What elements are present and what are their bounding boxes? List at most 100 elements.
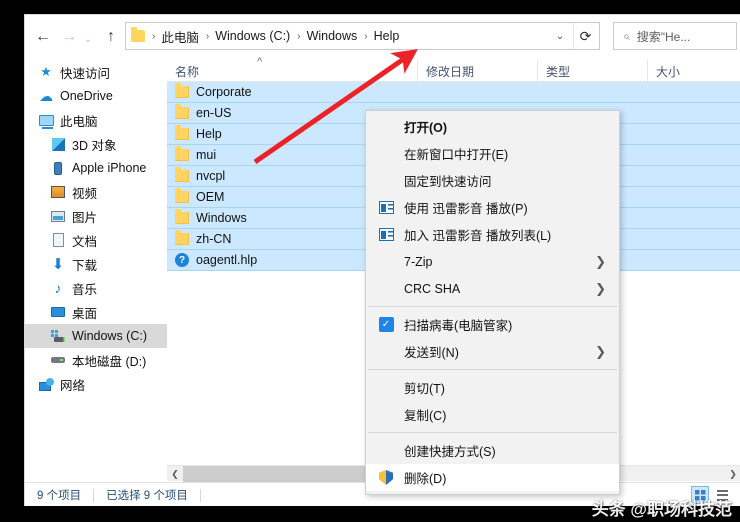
sidebar-item-5[interactable]: 视频 [25,180,167,204]
sidebar-item-label: Apple iPhone [72,161,147,175]
documents-icon [49,232,67,248]
videos-icon [49,184,67,200]
sidebar-item-2[interactable]: 此电脑 [25,108,167,132]
folder-icon [175,83,189,98]
context-menu-item-label: 发送到(N) [404,346,459,360]
context-menu-item[interactable]: 打开(O) [366,113,619,140]
context-menu-item-label: 在新窗口中打开(E) [404,148,509,162]
context-menu-item-label: 复制(C) [404,409,447,423]
sidebar-item-label: Windows (C:) [72,329,148,343]
column-header-size[interactable]: 大小 [647,60,740,82]
breadcrumb-separator: › [205,30,210,42]
column-header-date[interactable]: 修改日期 [417,60,537,82]
context-menu-item[interactable]: 剪切(T) [366,374,619,401]
chevron-down-icon[interactable]: ⌄ [549,23,571,49]
chevron-right-icon: ❯ [595,253,606,269]
search-icon: ⌕ [623,28,630,43]
breadcrumb-separator: › [297,30,301,42]
back-button[interactable]: ← [31,25,55,49]
sidebar-item-8[interactable]: ⬇ 下载 [25,252,167,276]
context-menu-item-label: 扫描病毒(电脑管家) [404,319,513,333]
breadcrumb-item-2[interactable]: Windows [305,29,360,43]
this-pc-icon [37,112,55,129]
shield-icon [378,470,394,486]
sidebar-item-label: 音乐 [72,282,98,297]
sidebar-item-label: 快速访问 [60,66,111,81]
chevron-right-icon: ❯ [595,280,606,296]
sidebar-item-1[interactable]: ☁ OneDrive [25,84,167,108]
sidebar-item-9[interactable]: ♪ 音乐 [25,276,167,300]
sidebar-item-12[interactable]: 本地磁盘 (D:) [25,348,167,372]
sidebar-item-4[interactable]: Apple iPhone [25,156,167,180]
sidebar-item-label: 网络 [60,378,86,393]
scan-icon: ✓ [378,317,394,333]
column-header-name[interactable]: 名称 [167,60,417,82]
sidebar-item-label: 视频 [72,186,98,201]
context-menu[interactable]: 打开(O) 在新窗口中打开(E) 固定到快速访问使用 迅雷影音 播放(P) 加入 迅雷… [365,110,620,495]
sidebar-item-label: 桌面 [72,306,98,321]
context-menu-item[interactable]: ✓ 扫描病毒(电脑管家) [366,311,619,338]
refresh-icon[interactable]: ⟳ [573,23,597,49]
sidebar-item-6[interactable]: 图片 [25,204,167,228]
sidebar-item-3[interactable]: 3D 对象 [25,132,167,156]
context-menu-item[interactable]: 使用 迅雷影音 播放(P) [366,194,619,221]
sidebar-item-label: OneDrive [60,89,113,103]
file-name: mui [196,148,217,162]
sidebar-item-0[interactable]: ★ 快速访问 [25,60,167,84]
breadcrumb-item-1[interactable]: Windows (C:) [213,29,292,43]
context-menu-item-label: 固定到快速访问 [404,175,492,189]
desktop-icon [49,304,67,320]
context-menu-item[interactable]: 重命名(M) [366,491,619,494]
sidebar-item-7[interactable]: 文档 [25,228,167,252]
breadcrumb-item-3[interactable]: Help [372,29,402,43]
column-header-type[interactable]: 类型 [537,60,647,82]
sidebar-item-10[interactable]: 桌面 [25,300,167,324]
context-menu-item[interactable]: 在新窗口中打开(E) [366,140,619,167]
breadcrumb-item-0[interactable]: 此电脑 [159,27,201,46]
context-menu-item-label: 加入 迅雷影音 播放列表(L) [404,229,552,243]
sidebar-item-label: 下载 [72,258,98,273]
search-input[interactable]: ⌕ 搜索"He... [613,22,737,50]
menu-separator [368,432,617,433]
file-name: nvcpl [196,169,226,183]
folder-icon [175,146,189,161]
context-menu-item[interactable]: 复制(C) [366,401,619,428]
context-menu-item[interactable]: CRC SHA ❯ [366,275,619,302]
file-name: oagentl.hlp [196,253,258,267]
breadcrumb-separator: › [152,30,156,42]
status-divider [199,488,201,502]
context-menu-item[interactable]: 7-Zip ❯ [366,248,619,275]
folder-icon [131,27,145,42]
context-menu-item-label: 剪切(T) [404,382,445,396]
folder-icon [175,104,189,119]
file-row[interactable]: Corporate [167,82,740,103]
menu-separator [368,369,617,370]
folder-icon [175,167,189,182]
windows-drive-icon [49,328,67,344]
context-menu-item-label: 创建快捷方式(S) [404,445,496,459]
context-menu-item[interactable]: 创建快捷方式(S) [366,437,619,464]
context-menu-item-label: CRC SHA [404,281,461,296]
breadcrumb[interactable]: › 此电脑 › Windows (C:) › Windows › Help ⌄ … [125,22,600,50]
context-menu-item[interactable]: 固定到快速访问 [366,167,619,194]
watermark-text: 头条 @职场科技范 [591,500,732,519]
menu-separator [368,306,617,307]
breadcrumb-separator: › [364,30,368,42]
sidebar-item-label: 文档 [72,234,98,249]
star-icon: ★ [40,64,52,79]
help-file-icon: ? [175,253,189,267]
sidebar-item-11[interactable]: Windows (C:) [25,324,167,348]
forward-button[interactable]: → [57,25,81,49]
chevron-right-icon[interactable]: ❯ [725,466,740,482]
context-menu-item[interactable]: 加入 迅雷影音 播放列表(L) [366,221,619,248]
hard-drive-icon [49,352,67,368]
recent-locations-button[interactable]: ⌄ [80,28,96,52]
context-menu-item[interactable]: 删除(D) [366,464,619,491]
address-bar: ← → ⌄ ↑ › 此电脑 › Windows (C:) › Windows ›… [25,15,740,59]
context-menu-item[interactable]: 发送到(N) ❯ [366,338,619,365]
chevron-left-icon[interactable]: ❮ [167,466,183,482]
folder-icon [175,188,189,203]
up-button[interactable]: ↑ [99,25,123,49]
sidebar-item-13[interactable]: 网络 [25,372,167,396]
file-name: OEM [196,190,225,204]
